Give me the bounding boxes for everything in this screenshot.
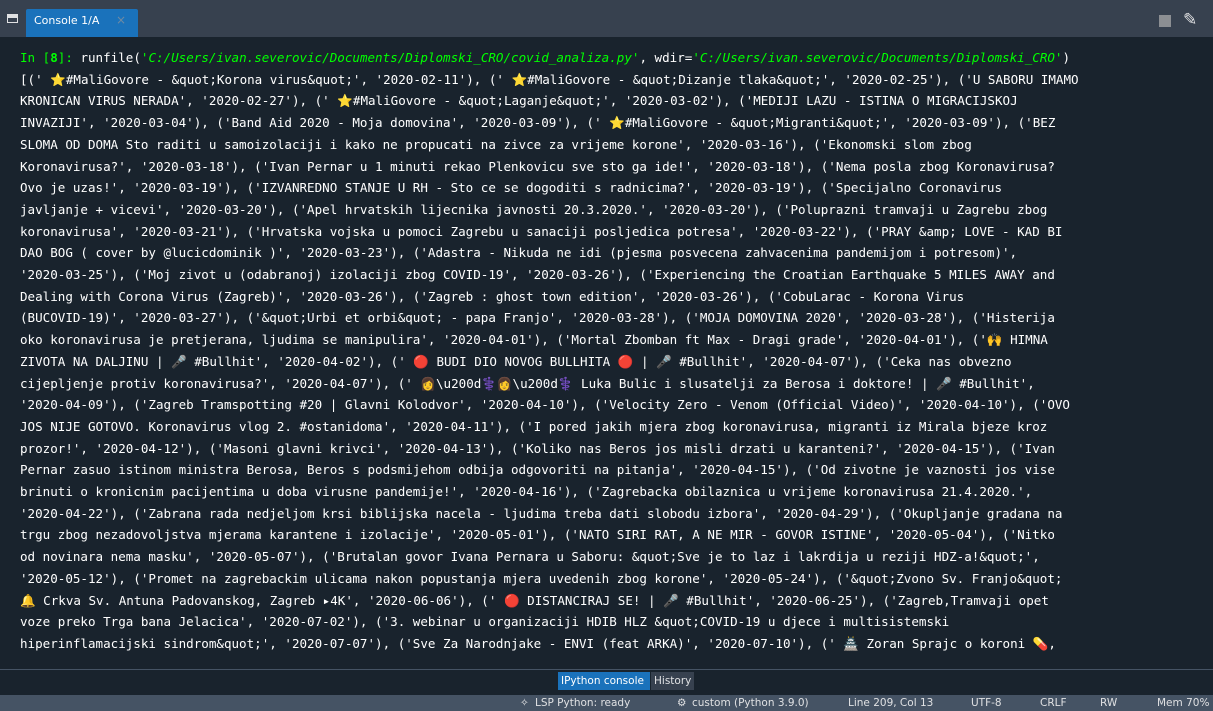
status-bar: ✧ LSP Python: ready ⚙ custom (Python 3.9… — [0, 695, 1213, 711]
output-line: '2020-05-12'), ('Promet na zagrebackim u… — [20, 570, 1063, 586]
status-lsp[interactable]: LSP Python: ready — [535, 697, 630, 709]
lsp-icon: ✧ — [520, 697, 529, 709]
console-output[interactable]: In [8]: runfile('C:/Users/ivan.severovic… — [0, 37, 1213, 669]
output-line: od novinara nema masku', '2020-05-07'), … — [20, 549, 1040, 565]
window-icon[interactable] — [7, 14, 18, 23]
output-line: Koronavirusa?', '2020-03-18'), ('Ivan Pe… — [20, 158, 1055, 174]
status-memory: Mem 70% — [1157, 697, 1210, 709]
output-line: javljanje + vicevi', '2020-03-20'), ('Ap… — [20, 201, 1048, 217]
tab-console[interactable]: Console 1/A × — [26, 9, 138, 37]
command-mid: , wdir= — [639, 50, 693, 65]
eraser-icon[interactable]: ✎ — [1183, 10, 1197, 30]
output-line: (BUCOVID-19)', '2020-03-27'), ('&quot;Ur… — [20, 310, 1055, 326]
output-line: voze preko Trga bana Jelacica', '2020-07… — [20, 614, 950, 630]
output-line: INVAZIJI', '2020-03-04'), ('Band Aid 202… — [20, 115, 1056, 131]
output-line: '2020-04-09'), ('Zagreb Tramspotting #20… — [20, 397, 1070, 413]
status-env[interactable]: custom (Python 3.9.0) — [692, 697, 809, 709]
output-line: ZIVOTA NA DALJINU | 🎤 #Bullhit', '2020-0… — [20, 353, 1012, 369]
output-line: [(' ⭐#MaliGovore - &quot;Korona virus&qu… — [20, 71, 1079, 87]
output-line: Pernar zasuo istinom ministra Berosa, Be… — [20, 462, 1055, 478]
prompt-in: In [ — [20, 50, 51, 65]
status-encoding: UTF-8 — [971, 697, 1002, 709]
divider — [0, 669, 1213, 670]
output-line: cijepljenje protiv koronavirusa?', '2020… — [20, 375, 1035, 391]
output-line: oko koronavirusa je pretjerana, ljudima … — [20, 332, 1048, 348]
output-line: Ovo je uzas!', '2020-03-19'), ('IZVANRED… — [20, 180, 1003, 196]
output-line: koronavirusa', '2020-03-21'), ('Hrvatska… — [20, 223, 1063, 239]
output-line: SLOMA OD DOMA Sto raditi u samoizolaciji… — [20, 136, 972, 152]
console-text: In [8]: runfile('C:/Users/ivan.severovic… — [20, 47, 1210, 655]
output-line: trgu zbog nezadovoljstva mjerama karante… — [20, 527, 1055, 543]
prompt-end: ]: — [57, 50, 73, 65]
output-line: hiperinflamacijski sindrom&quot;', '2020… — [20, 635, 1056, 651]
close-icon[interactable]: × — [116, 13, 126, 27]
tab-label: Console 1/A — [34, 14, 100, 27]
output-line: DAO BOG ( cover by @lucicdominik )', '20… — [20, 245, 1018, 261]
command-pre: runfile( — [72, 50, 141, 65]
status-cursor-position: Line 209, Col 13 — [848, 697, 934, 709]
prompt-number: 8 — [50, 50, 58, 65]
command-end: ) — [1062, 50, 1071, 65]
tab-ipython-console[interactable]: IPython console — [558, 672, 650, 690]
output-line: JOS NIJE GOTOVO. Koronavirus vlog 2. #os… — [20, 418, 1048, 434]
tab-history[interactable]: History — [651, 672, 694, 690]
command-path: 'C:/Users/ivan.severovic/Documents/Diplo… — [140, 50, 640, 65]
console-toolbar: Console 1/A × ✎ — [0, 0, 1213, 37]
output-line: brinuti o kronicnim pacijentima u doba v… — [20, 484, 1033, 500]
python-env-icon: ⚙ — [677, 697, 687, 709]
output-line: '2020-03-25'), ('Moj zivot u (odabranoj)… — [20, 267, 1055, 283]
command-wdir: 'C:/Users/ivan.severovic/Documents/Diplo… — [692, 50, 1063, 65]
output-line: '2020-04-22'), ('Zabrana rada nedjeljom … — [20, 505, 1063, 521]
output-line: prozor!', '2020-04-12'), ('Masoni glavni… — [20, 440, 1055, 456]
output-line: 🔔 Crkva Sv. Antuna Padovanskog, Zagreb ▸… — [20, 592, 1049, 608]
output-line: Dealing with Corona Virus (Zagreb)', '20… — [20, 288, 965, 304]
status-permissions: RW — [1100, 697, 1118, 709]
output-line: KRONICAN VIRUS NERADA', '2020-02-27'), (… — [20, 93, 1018, 109]
stop-icon[interactable] — [1159, 15, 1171, 27]
status-eol: CRLF — [1040, 697, 1067, 709]
